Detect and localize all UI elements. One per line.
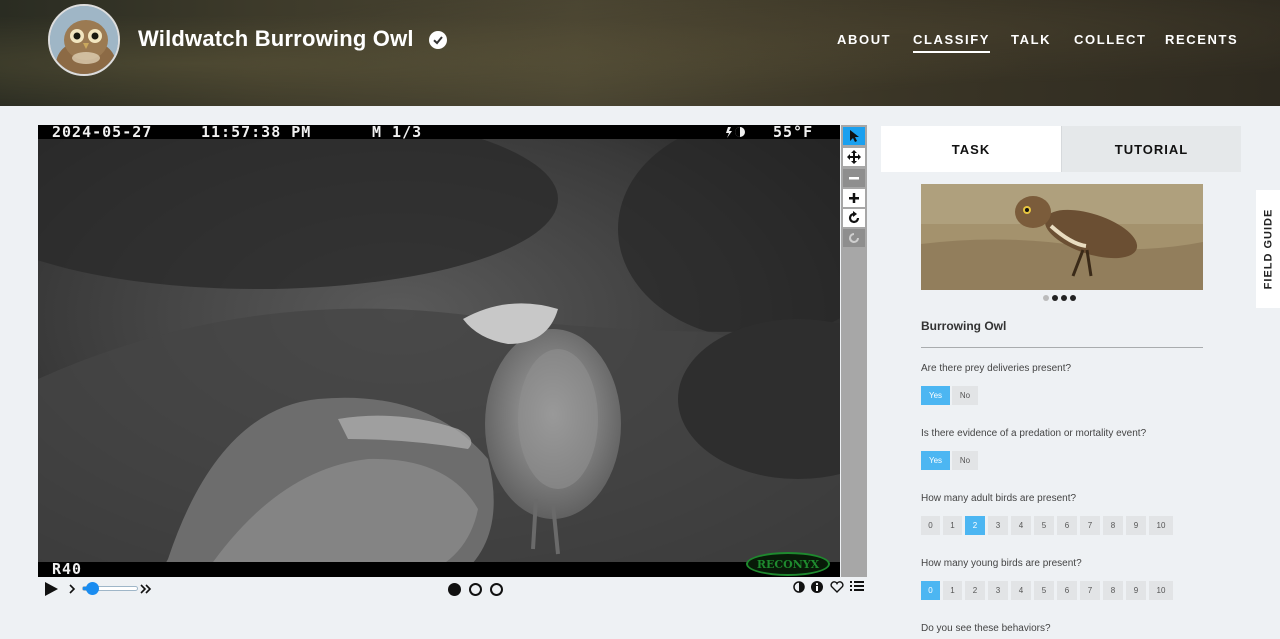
- tab-tutorial[interactable]: TUTORIAL: [1061, 126, 1241, 172]
- speed-slider-handle[interactable]: [86, 582, 99, 595]
- field-guide-tab[interactable]: FIELD GUIDE: [1256, 190, 1280, 308]
- fast-forward-icon[interactable]: [140, 582, 152, 596]
- answer-no-button[interactable]: No: [952, 451, 978, 470]
- reset-icon[interactable]: [843, 229, 865, 247]
- count-option[interactable]: 6: [1057, 516, 1077, 535]
- count-option[interactable]: 10: [1149, 581, 1173, 600]
- count-option[interactable]: 0: [921, 581, 940, 600]
- project-header: Wildwatch Burrowing Owl ABOUT CLASSIFY T…: [0, 0, 1280, 106]
- contrast-icon[interactable]: [793, 581, 805, 593]
- count-option[interactable]: 1: [943, 516, 962, 535]
- osd-bottom-bar: [38, 562, 840, 577]
- species-heading: Burrowing Owl: [921, 319, 1007, 333]
- count-option[interactable]: 6: [1057, 581, 1077, 600]
- osd-temperature: 55°F: [773, 125, 814, 141]
- collections-list-icon[interactable]: [850, 580, 864, 593]
- pan-icon[interactable]: [843, 148, 865, 166]
- answer-yes-button[interactable]: Yes: [921, 451, 950, 470]
- count-option[interactable]: 4: [1011, 581, 1031, 600]
- camera-label: R40: [52, 560, 83, 577]
- favorite-heart-icon[interactable]: [830, 581, 844, 593]
- count-option[interactable]: 0: [921, 516, 940, 535]
- carousel-dot[interactable]: [1061, 295, 1067, 301]
- tab-task[interactable]: TASK: [881, 126, 1061, 172]
- answer-no-button[interactable]: No: [952, 386, 978, 405]
- nav-about[interactable]: ABOUT: [837, 32, 891, 47]
- count-option[interactable]: 3: [988, 581, 1008, 600]
- count-option[interactable]: 8: [1103, 581, 1123, 600]
- count-option[interactable]: 3: [988, 516, 1008, 535]
- reconyx-watermark: RECONYX: [746, 552, 830, 576]
- moon-phase-icon: [724, 125, 746, 142]
- nav-collect[interactable]: COLLECT: [1074, 32, 1147, 47]
- count-option[interactable]: 7: [1080, 581, 1100, 600]
- count-option[interactable]: 2: [965, 581, 985, 600]
- project-avatar[interactable]: [48, 4, 120, 76]
- zoom-in-icon[interactable]: [843, 189, 865, 207]
- subject-viewer[interactable]: 2024-05-27 11:57:38 PM M 1/3 55°F R40 RE…: [38, 125, 840, 577]
- count-option[interactable]: 9: [1126, 581, 1146, 600]
- osd-top-bar: [38, 125, 840, 139]
- carousel-dot[interactable]: [1052, 295, 1058, 301]
- carousel-dot[interactable]: [1070, 295, 1076, 301]
- species-example-photo[interactable]: [921, 184, 1203, 290]
- question-adult-count: How many adult birds are present?: [921, 493, 1077, 504]
- question-prey-deliveries: Are there prey deliveries present?: [921, 363, 1072, 374]
- count-option[interactable]: 7: [1080, 516, 1100, 535]
- zoom-out-icon[interactable]: [843, 169, 865, 187]
- verified-badge-icon: [429, 31, 447, 49]
- count-option[interactable]: 5: [1034, 516, 1054, 535]
- nav-recents[interactable]: RECENTS: [1165, 32, 1238, 47]
- step-forward-icon[interactable]: [68, 582, 78, 596]
- answer-yes-button[interactable]: Yes: [921, 386, 950, 405]
- count-option[interactable]: 9: [1126, 516, 1146, 535]
- frame-selector-1[interactable]: [448, 583, 461, 596]
- info-icon[interactable]: [811, 581, 823, 593]
- osd-date: 2024-05-27: [52, 125, 153, 141]
- count-option[interactable]: 8: [1103, 516, 1123, 535]
- project-title[interactable]: Wildwatch Burrowing Owl: [138, 26, 414, 52]
- divider: [921, 347, 1203, 348]
- viewer-toolbar: [841, 125, 867, 577]
- count-option[interactable]: 1: [943, 581, 962, 600]
- question-young-count: How many young birds are present?: [921, 558, 1082, 569]
- carousel-dot[interactable]: [1043, 295, 1049, 301]
- count-option[interactable]: 10: [1149, 516, 1173, 535]
- task-body: Burrowing Owl Are there prey deliveries …: [908, 172, 1214, 639]
- count-option[interactable]: 2: [965, 516, 985, 535]
- nav-classify[interactable]: CLASSIFY: [913, 32, 991, 53]
- count-option[interactable]: 4: [1011, 516, 1031, 535]
- question-predation-event: Is there evidence of a predation or mort…: [921, 428, 1147, 439]
- camera-trap-image: [38, 139, 840, 577]
- photo-carousel-dots: [1043, 295, 1076, 301]
- task-panel: TASK TUTORIAL Burrowing Owl Are there pr…: [881, 126, 1241, 639]
- nav-talk[interactable]: TALK: [1011, 32, 1051, 47]
- osd-mode: M 1/3: [372, 125, 423, 141]
- field-guide-label: FIELD GUIDE: [1262, 208, 1275, 290]
- rotate-icon[interactable]: [843, 209, 865, 227]
- pointer-icon[interactable]: [843, 127, 865, 145]
- count-option[interactable]: 5: [1034, 581, 1054, 600]
- frame-selector-2[interactable]: [469, 583, 482, 596]
- play-icon[interactable]: [43, 581, 59, 597]
- question-behaviors: Do you see these behaviors?: [921, 623, 1051, 634]
- frame-selector-3[interactable]: [490, 583, 503, 596]
- osd-time: 11:57:38 PM: [201, 125, 312, 141]
